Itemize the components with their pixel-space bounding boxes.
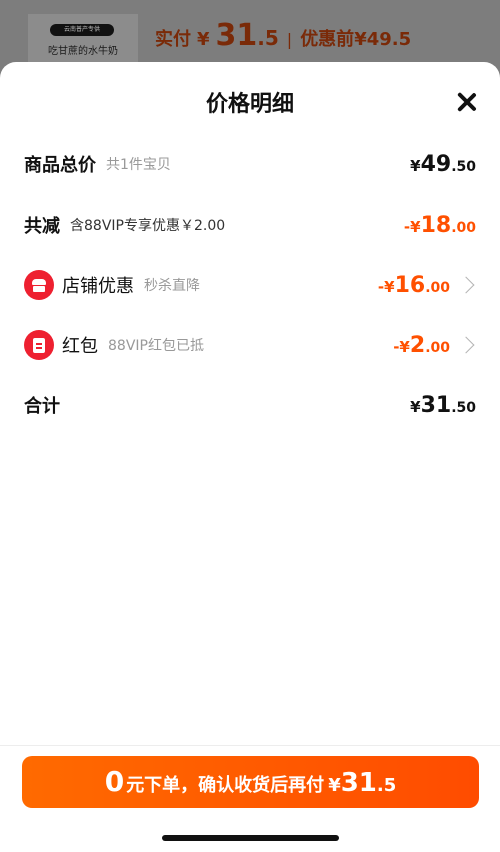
amount-dec: .50: [451, 399, 476, 416]
red-packet-icon: [24, 330, 54, 360]
cta-currency: ¥: [328, 775, 341, 796]
cta-dec: .5: [376, 775, 397, 796]
pay-currency: ¥: [197, 29, 210, 50]
row-discount-sub: 含88VIP专享优惠￥2.00: [70, 218, 226, 234]
row-product-total: 商品总价 共1件宝贝 ¥49.50: [24, 144, 476, 184]
row-store-discount[interactable]: 店铺优惠 秒杀直降 -¥ 16.00: [24, 265, 476, 305]
thumbnail-text: 吃甘蔗的水牛奶: [48, 46, 118, 57]
row-store-sub: 秒杀直降: [144, 278, 200, 294]
amount-dec: .00: [425, 339, 450, 356]
sheet-title: 价格明细: [205, 92, 294, 117]
row-sum-name: 合计: [24, 396, 60, 417]
chevron-right-icon[interactable]: [457, 336, 475, 354]
thumbnail-badge: 云南普产专供: [50, 24, 114, 36]
footer-divider: [0, 745, 500, 746]
row-total-sub: 共1件宝贝: [106, 157, 171, 173]
amount-currency: ¥: [410, 397, 421, 416]
confirm-order-button[interactable]: 0 元下单，确认收货后再付 ¥ 31 .5: [22, 756, 479, 808]
amount-currency: -¥: [377, 277, 395, 296]
row-redpacket-name: 红包: [62, 336, 98, 357]
row-red-packet[interactable]: 红包 88VIP红包已抵 -¥ 2.00: [24, 325, 476, 365]
background-price: 实付 ¥ 31 .5 | 优惠前 ¥49.5: [155, 18, 411, 53]
amount-int: 49: [420, 151, 452, 177]
pay-dec: .5: [257, 26, 279, 50]
row-discount-amount: -¥ 18.00: [404, 213, 476, 238]
amount-int: 2: [409, 332, 426, 358]
amount-currency: -¥: [403, 217, 421, 236]
row-store-name: 店铺优惠: [62, 276, 134, 297]
amount-dec: .00: [425, 279, 450, 296]
amount-int: 31: [420, 392, 452, 418]
row-store-amount: -¥ 16.00: [378, 273, 450, 298]
row-redpacket-sub: 88VIP红包已抵: [108, 338, 204, 354]
home-indicator[interactable]: [162, 835, 339, 841]
amount-int: 16: [394, 272, 426, 298]
orig-price: ¥49.5: [354, 29, 412, 50]
close-icon[interactable]: [452, 88, 482, 118]
amount-dec: .00: [451, 219, 476, 236]
amount-currency: ¥: [410, 156, 421, 175]
row-discount-name: 共减: [24, 216, 60, 237]
price-detail-sheet: 价格明细 商品总价 共1件宝贝 ¥49.50 共减 含88VIP专享优惠￥2.0…: [0, 62, 500, 852]
row-sum: 合计 ¥31.50: [24, 385, 476, 425]
row-sum-amount: ¥31.50: [410, 393, 476, 418]
pay-int: 31: [215, 18, 258, 53]
row-total-amount: ¥49.50: [410, 152, 476, 177]
price-separator: |: [286, 30, 293, 49]
row-total-name: 商品总价: [24, 155, 96, 176]
store-icon: [24, 270, 54, 300]
orig-label: 优惠前: [300, 29, 355, 50]
amount-dec: .50: [451, 158, 476, 175]
row-discount-total: 共减 含88VIP专享优惠￥2.00 -¥ 18.00: [24, 205, 476, 245]
chevron-right-icon[interactable]: [457, 276, 475, 294]
cta-zero: 0: [104, 765, 125, 798]
amount-currency: -¥: [393, 337, 410, 356]
pay-label: 实付: [155, 29, 191, 50]
row-redpacket-amount: -¥ 2.00: [393, 333, 450, 358]
cta-text: 元下单，确认收货后再付: [126, 775, 325, 796]
amount-int: 18: [420, 212, 452, 238]
cta-int: 31: [340, 768, 377, 798]
